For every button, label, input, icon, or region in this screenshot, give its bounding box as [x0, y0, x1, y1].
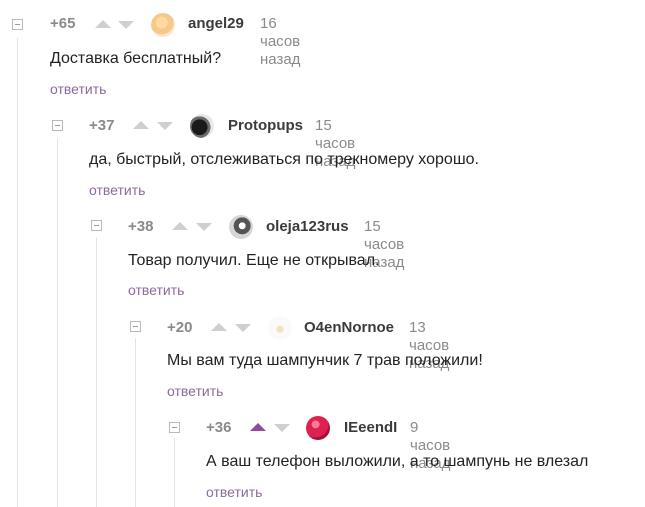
username[interactable]: O4enNornoe	[304, 319, 394, 337]
collapse-button[interactable]	[91, 220, 102, 231]
username[interactable]: IEeendI	[344, 419, 397, 437]
comment-text: Товар получил. Еще не открывал.	[128, 252, 380, 269]
avatar[interactable]	[190, 114, 214, 138]
upvote-icon[interactable]	[250, 423, 266, 431]
downvote-icon[interactable]	[274, 424, 290, 432]
thread-line	[135, 338, 136, 507]
upvote-icon[interactable]	[172, 222, 188, 230]
reply-link[interactable]: ответить	[50, 80, 106, 98]
thread-line	[57, 138, 58, 507]
collapse-button[interactable]	[169, 422, 180, 433]
reply-link[interactable]: ответить	[128, 281, 184, 299]
downvote-icon[interactable]	[196, 223, 212, 231]
avatar[interactable]	[268, 316, 292, 340]
thread-line	[17, 38, 18, 507]
comment-rating: +20	[167, 319, 193, 336]
reply-link[interactable]: ответить	[89, 181, 145, 199]
upvote-icon[interactable]	[133, 121, 149, 129]
collapse-button[interactable]	[12, 19, 23, 30]
reply-link[interactable]: ответить	[167, 382, 223, 400]
thread-line	[96, 238, 97, 507]
comment-rating: +38	[128, 218, 154, 235]
upvote-icon[interactable]	[95, 20, 111, 28]
downvote-icon[interactable]	[118, 21, 134, 29]
downvote-icon[interactable]	[235, 324, 251, 332]
reply-link[interactable]: ответить	[206, 483, 262, 501]
username[interactable]: angel29	[188, 15, 244, 33]
username[interactable]: oleja123rus	[266, 218, 349, 236]
comment-rating: +36	[206, 419, 232, 436]
comment-text: А ваш телефон выложили, а то шампунь не …	[206, 453, 589, 470]
avatar[interactable]	[151, 13, 175, 37]
comment-rating: +37	[89, 117, 115, 134]
comment-text: Мы вам туда шампунчик 7 трав положили!	[167, 352, 483, 369]
username[interactable]: Protopups	[228, 117, 303, 135]
upvote-icon[interactable]	[211, 323, 227, 331]
comment-time[interactable]: 16 часов назад	[260, 15, 300, 69]
comment-text: Доставка бесплатный?	[50, 50, 222, 67]
thread-line	[174, 438, 175, 507]
avatar[interactable]	[229, 215, 253, 239]
avatar[interactable]	[306, 416, 330, 440]
comment-text: да, быстрый, отслеживаться по трекномеру…	[89, 151, 479, 168]
collapse-button[interactable]	[52, 120, 63, 131]
downvote-icon[interactable]	[157, 122, 173, 130]
collapse-button[interactable]	[130, 321, 141, 332]
comment-rating: +65	[50, 15, 76, 32]
